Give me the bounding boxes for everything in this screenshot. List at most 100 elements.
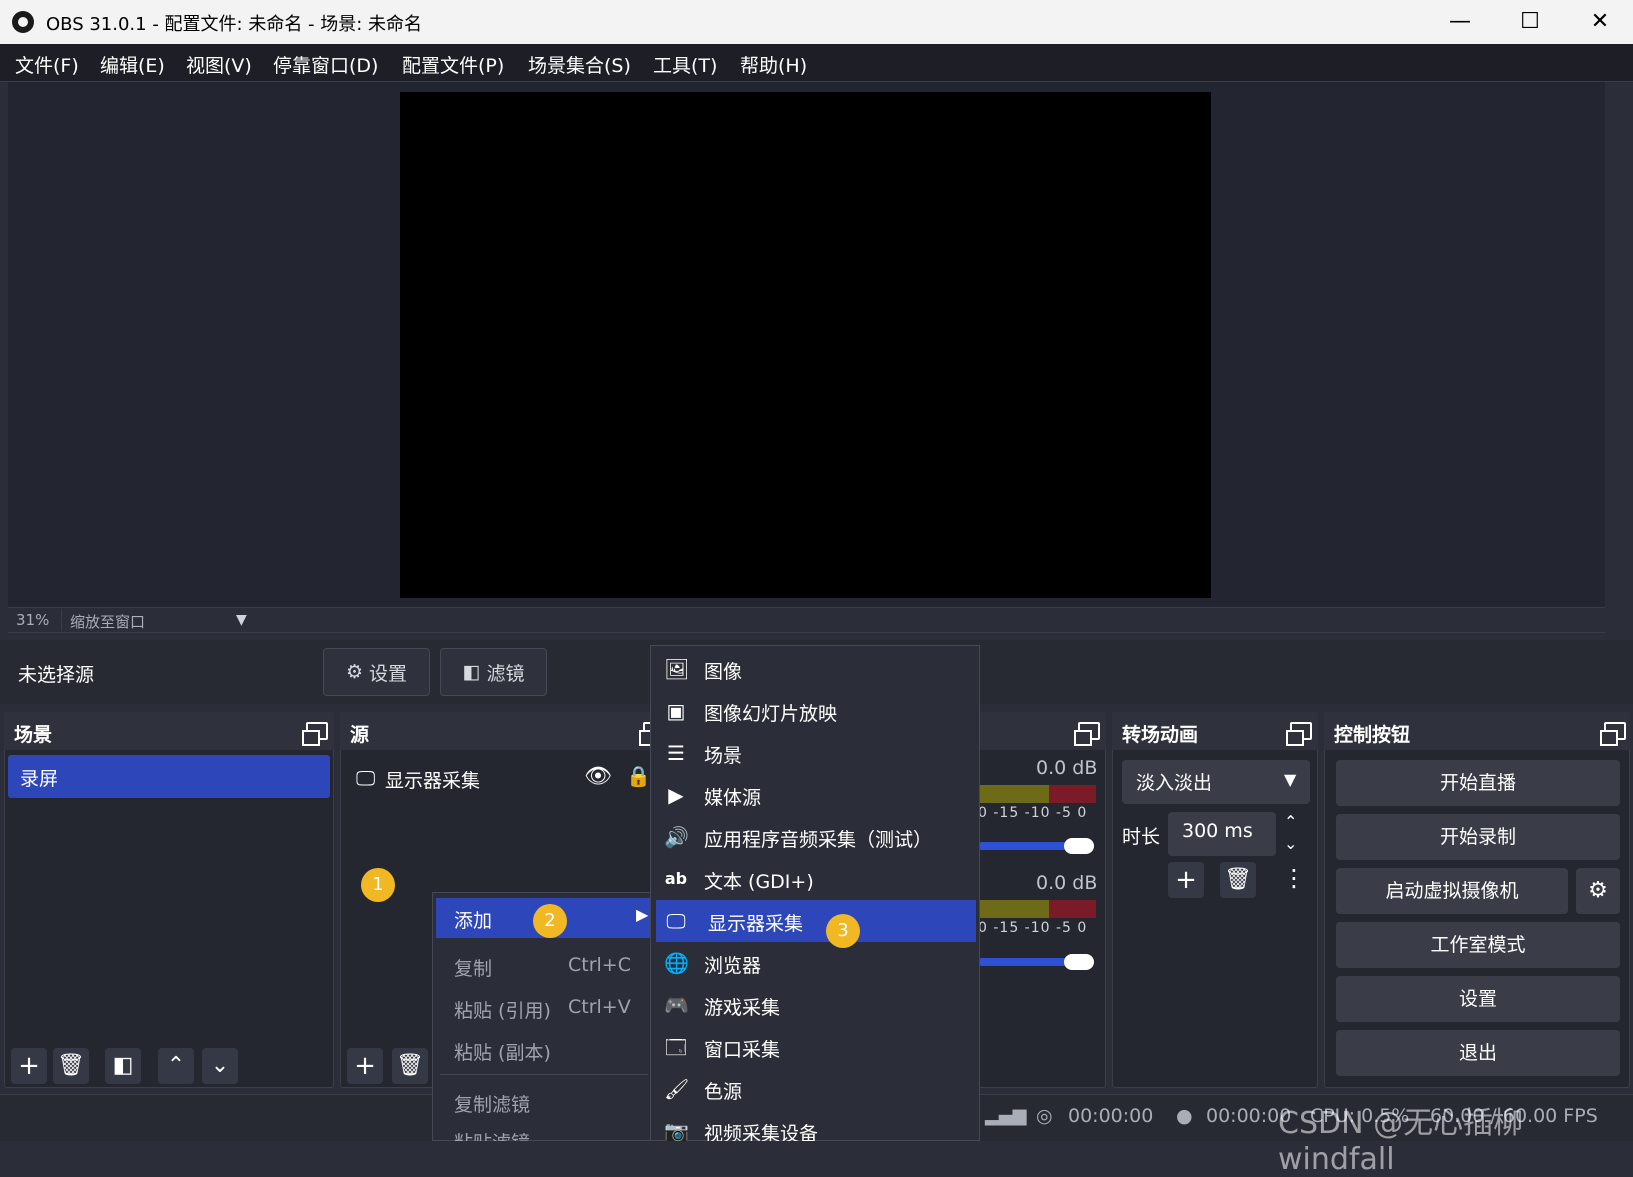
- remove-source-button[interactable]: 🗑: [392, 1048, 428, 1084]
- add-scene-item[interactable]: ☰ 场景: [652, 732, 978, 774]
- camera-icon: 📷: [664, 1119, 689, 1141]
- undock-icon[interactable]: [1600, 722, 1626, 746]
- window-title: OBS 31.0.1 - 配置文件: 未命名 - 场景: 未命名: [46, 14, 423, 35]
- add-slideshow-item[interactable]: ▣ 图像幻灯片放映: [652, 690, 978, 732]
- stream-status-icon: ◎: [1036, 1105, 1053, 1127]
- gear-icon: ⚙: [345, 661, 364, 683]
- add-scene-label: 场景: [704, 745, 743, 767]
- menu-profile[interactable]: 配置文件(P): [402, 51, 504, 78]
- source-item[interactable]: 显示器采集: [385, 766, 480, 793]
- context-copy-filters-item[interactable]: 复制滤镜: [436, 1082, 650, 1122]
- step-badge-2: 2: [533, 904, 567, 938]
- controls-title: 控制按钮: [1334, 724, 1411, 746]
- obs-logo-icon: [12, 11, 34, 33]
- settings-button[interactable]: 设置: [1336, 976, 1620, 1022]
- filter-icon: ◧: [462, 661, 481, 683]
- more-options-icon[interactable]: ⋮: [1282, 864, 1306, 892]
- step-badge-1: 1: [361, 868, 395, 902]
- source-filters-label: 滤镜: [486, 662, 525, 685]
- maximize-button[interactable]: ☐: [1500, 6, 1560, 38]
- add-app-audio-item[interactable]: 🔊 应用程序音频采集（测试）: [652, 816, 978, 858]
- undock-icon[interactable]: [302, 722, 328, 746]
- add-transition-button[interactable]: +: [1168, 862, 1204, 898]
- scene-filters-button[interactable]: ◧: [105, 1048, 141, 1084]
- add-media-label: 媒体源: [704, 787, 762, 809]
- source-settings-button[interactable]: ⚙ 设置: [323, 648, 430, 696]
- mixer-db-value: 0.0 dB: [1036, 872, 1098, 894]
- start-streaming-button[interactable]: 开始直播: [1336, 760, 1620, 806]
- remove-scene-button[interactable]: 🗑: [53, 1048, 89, 1084]
- menu-help[interactable]: 帮助(H): [740, 51, 807, 78]
- close-button[interactable]: ✕: [1570, 6, 1630, 38]
- spin-down-icon[interactable]: ⌄: [1284, 834, 1297, 853]
- spin-up-icon[interactable]: ⌃: [1284, 812, 1297, 831]
- add-app-audio-label: 应用程序音频采集（测试）: [704, 829, 933, 851]
- add-window-capture-label: 窗口采集: [704, 1039, 781, 1061]
- volume-slider-knob[interactable]: [1064, 838, 1094, 854]
- chevron-down-icon[interactable]: ▼: [1284, 770, 1296, 789]
- studio-mode-button[interactable]: 工作室模式: [1336, 922, 1620, 968]
- menu-tools[interactable]: 工具(T): [653, 51, 717, 78]
- add-media-item[interactable]: ▶ 媒体源: [652, 774, 978, 816]
- add-game-capture-item[interactable]: 🎮 游戏采集: [652, 984, 978, 1026]
- context-copy-shortcut: Ctrl+C: [568, 954, 631, 976]
- menu-edit[interactable]: 编辑(E): [100, 51, 165, 78]
- volume-slider-knob[interactable]: [1064, 954, 1094, 970]
- lock-icon[interactable]: 🔒: [626, 764, 651, 788]
- play-icon: ▶: [668, 783, 684, 807]
- transition-selected: 淡入淡出: [1136, 772, 1213, 794]
- menu-view[interactable]: 视图(V): [186, 51, 252, 78]
- undock-icon[interactable]: [1286, 722, 1312, 746]
- add-source-button[interactable]: +: [347, 1048, 383, 1084]
- remove-transition-button[interactable]: 🗑: [1220, 862, 1256, 898]
- transition-select[interactable]: 淡入淡出: [1122, 760, 1310, 804]
- context-copy-item[interactable]: 复制 Ctrl+C: [436, 946, 650, 986]
- slideshow-icon: ▣: [666, 699, 686, 723]
- move-scene-up-button[interactable]: ⌃: [158, 1048, 194, 1084]
- menu-docks[interactable]: 停靠窗口(D): [273, 51, 378, 78]
- zoom-mode-select[interactable]: 缩放至窗口: [70, 609, 145, 632]
- add-video-capture-label: 视频采集设备: [704, 1123, 819, 1141]
- menu-file[interactable]: 文件(F): [15, 51, 79, 78]
- add-browser-item[interactable]: 🌐 浏览器: [652, 942, 978, 984]
- chevron-down-icon[interactable]: ▼: [236, 612, 247, 628]
- signal-bars-icon: ▂▄▆: [985, 1105, 1027, 1126]
- add-video-capture-item[interactable]: 📷 视频采集设备: [652, 1110, 978, 1141]
- audio-meter: [978, 900, 1096, 918]
- record-status-icon: ●: [1176, 1105, 1193, 1127]
- exit-button[interactable]: 退出: [1336, 1030, 1620, 1076]
- add-scene-button[interactable]: +: [11, 1048, 47, 1084]
- add-text-label: 文本 (GDI+): [704, 871, 814, 893]
- context-paste-filters-item[interactable]: 粘贴滤镜: [436, 1120, 650, 1141]
- add-image-item[interactable]: 🖼 图像: [652, 648, 978, 690]
- virtual-camera-settings-gear-icon[interactable]: ⚙: [1576, 868, 1620, 914]
- undock-icon[interactable]: [1074, 722, 1100, 746]
- text-icon: ab: [664, 869, 688, 888]
- add-image-label: 图像: [704, 661, 743, 683]
- add-text-item[interactable]: ab 文本 (GDI+): [652, 858, 978, 900]
- context-paste-dup-item[interactable]: 粘贴 (副本): [436, 1030, 650, 1070]
- move-scene-down-button[interactable]: ⌄: [202, 1048, 238, 1084]
- scene-item[interactable]: 录屏: [8, 755, 330, 798]
- stream-time: 00:00:00: [1068, 1105, 1154, 1127]
- start-recording-button[interactable]: 开始录制: [1336, 814, 1620, 860]
- add-window-capture-item[interactable]: 🗔 窗口采集: [652, 1026, 978, 1068]
- menu-scene-collection[interactable]: 场景集合(S): [528, 51, 631, 78]
- add-display-capture-item[interactable]: 🖵 显示器采集: [656, 900, 976, 942]
- context-paste-ref-shortcut: Ctrl+V: [568, 996, 631, 1018]
- preview-canvas[interactable]: [400, 92, 1211, 598]
- visibility-eye-icon[interactable]: 👁: [584, 764, 612, 789]
- start-virtual-camera-button[interactable]: 启动虚拟摄像机: [1336, 868, 1568, 914]
- mixer-db-value: 0.0 dB: [1036, 757, 1098, 779]
- scenes-dock-title: 场景: [4, 712, 334, 750]
- source-filters-button[interactable]: ◧ 滤镜: [440, 648, 547, 696]
- menu-bar: 文件(F) 编辑(E) 视图(V) 停靠窗口(D) 配置文件(P) 场景集合(S…: [0, 44, 1633, 82]
- context-paste-ref-label: 粘贴 (引用): [454, 1000, 551, 1022]
- context-add-label: 添加: [454, 910, 493, 932]
- no-source-label: 未选择源: [18, 664, 95, 686]
- context-paste-ref-item[interactable]: 粘贴 (引用) Ctrl+V: [436, 988, 650, 1028]
- add-color-source-item[interactable]: 🖌 色源: [652, 1068, 978, 1110]
- minimize-button[interactable]: —: [1430, 6, 1490, 38]
- duration-input[interactable]: 300 ms: [1168, 812, 1276, 856]
- add-display-capture-label: 显示器采集: [708, 913, 804, 935]
